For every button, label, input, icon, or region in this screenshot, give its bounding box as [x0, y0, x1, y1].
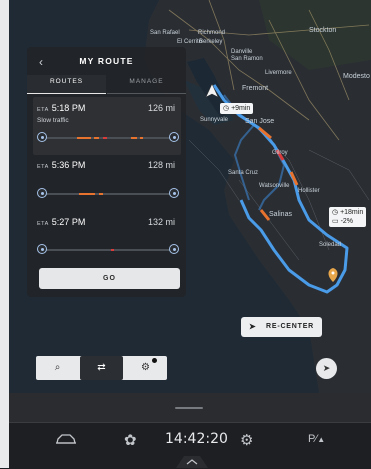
fan-icon[interactable]: ✿: [124, 431, 137, 449]
map-label-berkeley: Berkeley: [199, 39, 223, 45]
go-button[interactable]: GO: [39, 268, 180, 289]
map-label-soledad: Soledad: [319, 242, 342, 248]
tab-manage[interactable]: MANAGE: [107, 75, 186, 94]
battery-icon: ▭: [332, 218, 339, 225]
map-label-san-ramon: San Ramon: [231, 56, 263, 62]
recenter-button[interactable]: ➤ RE-CENTER: [241, 317, 322, 337]
car-icon[interactable]: [55, 433, 77, 451]
callout-delay: +9min: [231, 105, 251, 112]
recenter-label: RE-CENTER: [266, 323, 315, 330]
route-icon: ⇄: [97, 362, 106, 373]
route-eta: ETA 5:36 PM: [37, 160, 86, 170]
map-label-santa-cruz: Santa Cruz: [228, 170, 259, 176]
route-option-1[interactable]: ETA 5:18 PM 126 mi Slow traffic: [33, 97, 181, 155]
route-distance: 132 mi: [147, 217, 175, 227]
map-label-salinas: Salinas: [269, 211, 292, 218]
map-label-fremont: Fremont: [242, 85, 269, 92]
settings-icon: ⚙: [141, 362, 150, 373]
callout-battery-diff: -2%: [340, 218, 354, 225]
route-button[interactable]: ⇄: [80, 356, 123, 380]
left-bezel: [0, 0, 9, 468]
tab-routes[interactable]: ROUTES: [27, 75, 106, 94]
route-start-icon: [37, 132, 47, 142]
clock-time: 14:42:20: [165, 431, 228, 447]
route-distance: 126 mi: [147, 103, 175, 113]
map-label-stockton: Stockton: [309, 27, 337, 34]
map-label-san-jose: San Jose: [245, 118, 275, 125]
panel-header: ‹ MY ROUTE: [27, 47, 186, 75]
park-indicator: P⁄▲: [308, 433, 326, 445]
route-progress-track: [37, 188, 179, 198]
route-option-3[interactable]: ETA 5:27 PM 132 mi: [33, 211, 181, 269]
chevron-up-icon[interactable]: [176, 452, 208, 468]
clock-icon: ◷: [332, 209, 339, 216]
map-label-danville: Danville: [231, 49, 253, 55]
panel-tabs: ROUTES MANAGE: [27, 75, 186, 94]
route-eta: ETA 5:18 PM: [37, 103, 86, 113]
route-start-icon: [37, 188, 47, 198]
gear-icon[interactable]: ⚙: [240, 431, 253, 449]
route-traffic-note: Slow traffic: [37, 117, 69, 124]
route-progress-track: [37, 132, 179, 142]
map-label-el-cerrito: El Cerrito: [177, 39, 203, 45]
map-label-gilroy: Gilroy: [272, 150, 288, 156]
map-label-modesto: Modesto: [343, 73, 370, 80]
park-sub-icon: ▲: [317, 435, 326, 444]
callout-time-diff: +18min: [340, 209, 364, 216]
map-label-sunnyvale: Sunnyvale: [200, 117, 229, 123]
route-end-icon: [169, 132, 179, 142]
route-start-icon: [37, 244, 47, 254]
map-settings-button[interactable]: ⚙: [124, 356, 167, 380]
search-button[interactable]: ⌕: [36, 356, 79, 380]
my-route-panel: ‹ MY ROUTE ROUTES MANAGE ETA 5:18 PM 126 …: [27, 47, 186, 297]
route-delay-callout[interactable]: ◷ +9min: [220, 103, 254, 114]
map-label-watsonville: Watsonville: [259, 183, 290, 189]
route-end-icon: [169, 244, 179, 254]
map-label-richmond: Richmond: [198, 30, 226, 36]
navigation-arrow-icon: ➤: [322, 363, 331, 373]
route-progress-track: [37, 244, 179, 254]
navigation-compass-button[interactable]: ➤: [316, 358, 337, 379]
map-label-san-rafael: San Rafael: [150, 30, 180, 36]
notification-dot: [152, 358, 157, 363]
map-label-livermore: Livermore: [265, 70, 292, 76]
search-icon: ⌕: [54, 362, 61, 373]
route-distance: 128 mi: [147, 160, 175, 170]
map-toolbar: ⌕ ⇄ ⚙: [36, 356, 167, 380]
panel-title: MY ROUTE: [79, 56, 134, 66]
map-label-hollister: Hollister: [298, 188, 320, 194]
route-end-icon: [169, 188, 179, 198]
park-label: P: [308, 433, 316, 445]
route-option-2[interactable]: ETA 5:36 PM 128 mi: [33, 154, 181, 212]
alt-route-callout[interactable]: ◷ +18min ▭ -2%: [329, 207, 367, 227]
drawer-handle[interactable]: [175, 407, 203, 409]
route-eta: ETA 5:27 PM: [37, 217, 86, 227]
navigation-arrow-icon: ➤: [249, 322, 257, 331]
clock-icon: ◷: [223, 105, 230, 112]
